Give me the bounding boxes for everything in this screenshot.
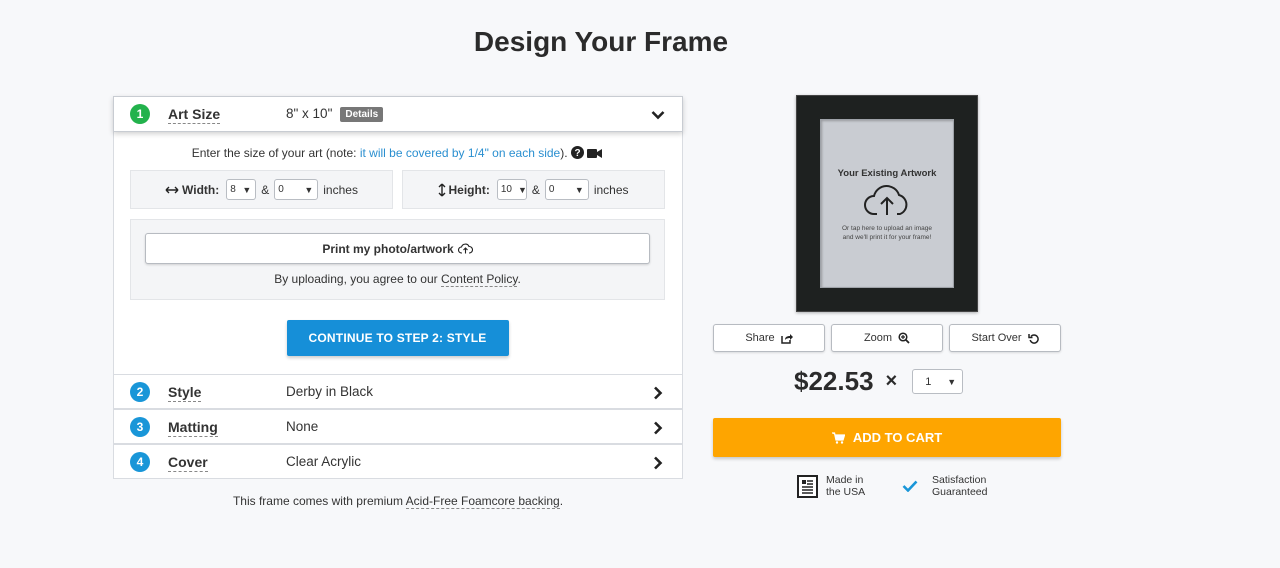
chevron-down-icon[interactable]: [638, 106, 678, 122]
step-matting[interactable]: 3 Matting None: [113, 409, 683, 444]
foamcore-backing-link[interactable]: Acid-Free Foamcore backing: [405, 494, 560, 509]
checkmark-icon: [902, 480, 918, 492]
satisfaction-badge: Satisfaction Guaranteed: [902, 474, 987, 498]
zoom-icon: [898, 332, 910, 344]
step-value: 8" x 10" Details: [286, 106, 638, 122]
height-label: Height:: [448, 182, 490, 197]
undo-icon: [1027, 333, 1039, 344]
horizontal-arrows-icon: [165, 186, 179, 193]
step-number: 2: [130, 381, 150, 402]
vertical-arrows-icon: [438, 183, 446, 196]
share-icon: [780, 333, 793, 344]
made-in-usa-badge: Made in the USA: [797, 474, 865, 498]
cloud-upload-icon: [864, 185, 908, 215]
step-number: 1: [130, 104, 150, 124]
step-value: Derby in Black: [286, 384, 374, 399]
page-title: Design Your Frame: [473, 26, 729, 57]
multiply-sign: ×: [885, 370, 898, 392]
share-button[interactable]: Share: [713, 324, 825, 352]
flag-icon: [797, 474, 818, 498]
cart-icon: [831, 431, 845, 444]
width-unit: inches: [323, 182, 358, 197]
frame-preview[interactable]: Your Existing Artwork Or tap here to upl…: [796, 95, 978, 312]
chevron-right-icon[interactable]: [638, 453, 678, 470]
price-row: $22.53 × 1 ▼: [794, 366, 964, 397]
chevron-right-icon[interactable]: [638, 383, 678, 400]
preview-actions: Share Zoom Start Over: [713, 324, 1061, 352]
art-size-panel: Enter the size of your art (note: it wil…: [113, 132, 683, 374]
step-title: Matting: [168, 418, 218, 437]
step-title: Art Size: [168, 106, 221, 124]
size-instruction: Enter the size of your art (note: it wil…: [130, 146, 665, 162]
height-inches-select[interactable]: 10 ▼: [496, 179, 527, 200]
step-title: Cover: [168, 453, 208, 472]
print-artwork-button[interactable]: Print my photo/artwork: [145, 233, 650, 264]
upload-section: Print my photo/artwork By uploading, you…: [130, 219, 665, 300]
cloud-upload-icon: [457, 243, 473, 254]
backing-note: This frame comes with premium Acid-Free …: [232, 494, 564, 509]
step-cover[interactable]: 4 Cover Clear Acrylic: [113, 444, 683, 479]
width-fraction-select[interactable]: 0 ▼: [274, 179, 319, 200]
step-art-size[interactable]: 1 Art Size 8" x 10" Details: [113, 96, 683, 132]
height-unit: inches: [593, 182, 629, 197]
height-fraction-select[interactable]: 0 ▼: [544, 179, 589, 200]
step-title: Style: [168, 383, 202, 402]
step-style[interactable]: 2 Style Derby in Black: [113, 374, 683, 409]
width-inches-select[interactable]: 8 ▼: [226, 179, 257, 200]
width-selector: Width: 8 ▼ & 0 ▼ inches: [130, 170, 393, 209]
step-value: None: [286, 419, 319, 434]
content-policy-link[interactable]: Content Policy: [440, 272, 518, 287]
chevron-right-icon[interactable]: [638, 418, 678, 435]
artwork-title: Your Existing Artwork: [837, 168, 937, 179]
coverage-link[interactable]: it will be covered by 1/4" on each side: [360, 146, 560, 160]
step-number: 4: [130, 451, 150, 472]
zoom-button[interactable]: Zoom: [831, 324, 943, 352]
step-value: Clear Acrylic: [286, 454, 362, 469]
content-policy-note: By uploading, you agree to our Content P…: [274, 272, 521, 287]
step-number: 3: [130, 416, 150, 437]
artwork-upload-area[interactable]: Your Existing Artwork Or tap here to upl…: [820, 119, 954, 288]
artwork-hint: Or tap here to upload an image and we'll…: [842, 225, 932, 241]
quantity-select[interactable]: 1 ▼: [912, 369, 964, 394]
frame-builder: 1 Art Size 8" x 10" Details Enter the siz…: [113, 96, 683, 509]
continue-step-2-button[interactable]: CONTINUE TO STEP 2: STYLE: [286, 320, 509, 356]
svg-text:?: ?: [574, 148, 580, 159]
add-to-cart-button[interactable]: ADD TO CART: [713, 418, 1061, 457]
start-over-button[interactable]: Start Over: [949, 324, 1061, 352]
video-icon[interactable]: [587, 148, 603, 159]
details-badge[interactable]: Details: [340, 107, 384, 122]
help-icon[interactable]: ?: [570, 146, 584, 159]
height-selector: Height: 10 ▼ & 0 ▼ inches: [402, 170, 665, 209]
price: $22.53: [794, 366, 874, 396]
width-label: Width:: [182, 182, 220, 197]
